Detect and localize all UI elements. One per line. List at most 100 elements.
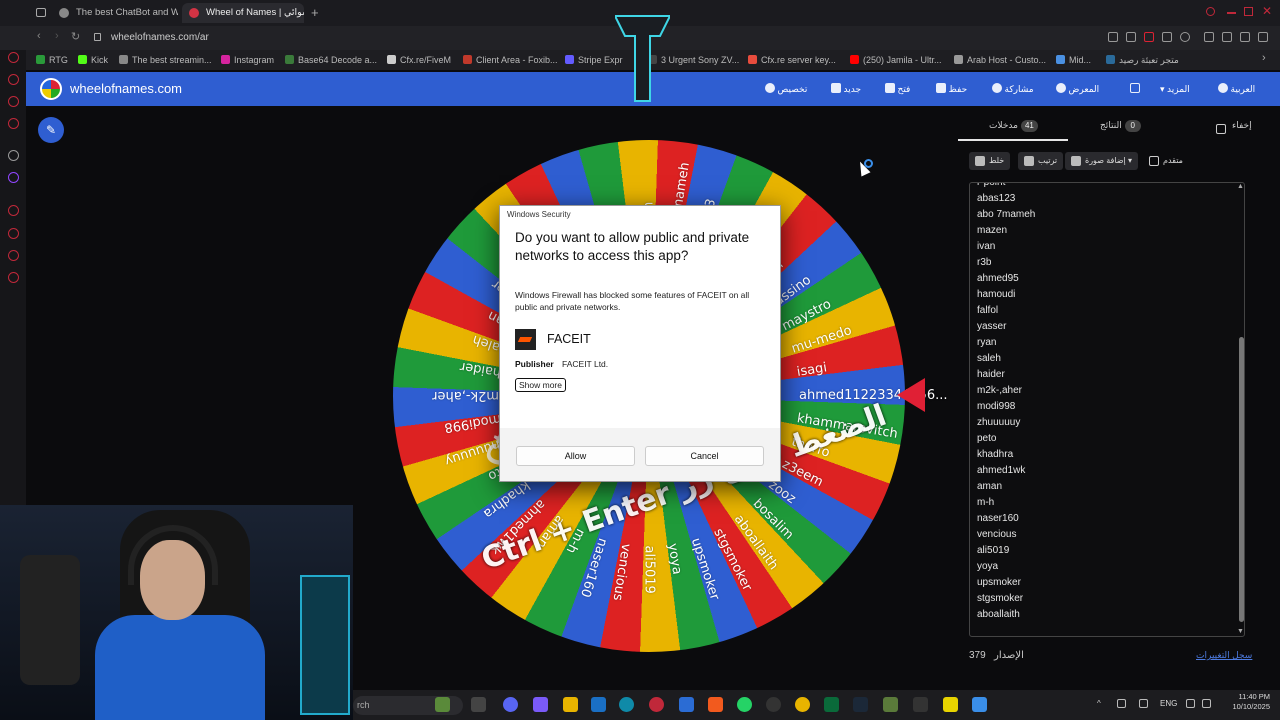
bookmark-item[interactable]: The best streamin... xyxy=(119,50,212,70)
entry-line[interactable]: aboallaith xyxy=(977,607,1020,623)
copilot-icon[interactable] xyxy=(533,697,548,712)
wallet-icon[interactable] xyxy=(1222,32,1232,42)
bookmark-item[interactable]: متجر تعبئة رصيد xyxy=(1106,50,1179,70)
settings-icon[interactable] xyxy=(8,272,19,283)
entry-line[interactable]: m2k-,aher xyxy=(977,383,1022,399)
bookmark-item[interactable]: Cfx.re/FiveM xyxy=(387,50,451,70)
bookmark-item[interactable]: Cfx.re server key... xyxy=(748,50,836,70)
taskbar-clock[interactable]: 11:40 PM 10/10/2025 xyxy=(1226,692,1270,712)
entry-line[interactable]: ahmed95 xyxy=(977,271,1019,287)
task-view-icon[interactable] xyxy=(471,697,486,712)
entry-line[interactable]: hamoudi xyxy=(977,287,1015,303)
bookmark-item[interactable]: (250) Jamila - Ultr... xyxy=(850,50,942,70)
bookmark-item[interactable]: Mid... xyxy=(1056,50,1091,70)
bookmark-icon[interactable] xyxy=(1108,32,1118,42)
lock-icon[interactable] xyxy=(94,33,101,41)
sidebar-app-icon[interactable] xyxy=(8,118,19,129)
edge-icon[interactable] xyxy=(619,697,634,712)
bookmark-item[interactable]: RTG xyxy=(36,50,68,70)
entry-line[interactable]: zhuuuuuy xyxy=(977,415,1020,431)
show-more-link[interactable]: Show more xyxy=(515,378,566,392)
entries-textarea[interactable]: r-point abas123 abo 7mameh mazen ivan r3b ahme… xyxy=(969,182,1245,637)
new-tab-button[interactable]: + xyxy=(311,5,319,20)
taskbar-app-icon[interactable] xyxy=(766,697,781,712)
taskbar-app-icon[interactable] xyxy=(943,697,958,712)
bookmark-item[interactable]: Arab Host - Custo... xyxy=(954,50,1046,70)
bookmark-item[interactable]: Base64 Decode a... xyxy=(285,50,377,70)
advanced-checkbox[interactable] xyxy=(1149,156,1159,166)
hide-checkbox[interactable] xyxy=(1216,124,1226,134)
tab-entries[interactable]: مدخلات 41 xyxy=(989,120,1038,132)
allow-button[interactable]: Allow xyxy=(516,446,635,466)
entry-line[interactable]: naser160 xyxy=(977,511,1019,527)
chrome-icon[interactable] xyxy=(795,697,810,712)
cancel-button[interactable]: Cancel xyxy=(645,446,764,466)
search-tabs-icon[interactable] xyxy=(1206,7,1215,16)
sidebar-app-icon[interactable] xyxy=(8,74,19,85)
entry-line[interactable]: aman xyxy=(977,479,1002,495)
ad-block-icon[interactable] xyxy=(1144,32,1154,42)
taskbar-app-icon[interactable] xyxy=(883,697,898,712)
entry-line[interactable]: ryan xyxy=(977,335,996,351)
customize-button[interactable]: تخصيص xyxy=(759,72,807,106)
tab-chatbot[interactable]: The best ChatBot and W xyxy=(52,3,178,23)
entries-scrollbar-thumb[interactable] xyxy=(1239,337,1244,622)
sidebar-app-icon[interactable] xyxy=(8,52,19,63)
gallery-button[interactable]: المعرض xyxy=(1050,72,1099,106)
whatsapp-icon[interactable] xyxy=(737,697,752,712)
network-icon[interactable] xyxy=(1186,699,1195,708)
site-logo-icon[interactable] xyxy=(40,78,62,100)
new-button[interactable]: جديد xyxy=(825,72,861,106)
tab-results[interactable]: النتائج 0 xyxy=(1100,120,1141,132)
discord-icon[interactable] xyxy=(503,697,518,712)
bookmark-item[interactable]: Kick xyxy=(78,50,108,70)
bookmark-item[interactable]: Stripe Expr xyxy=(565,50,623,70)
twitch-icon[interactable] xyxy=(8,172,19,183)
entry-line[interactable]: stgsmoker xyxy=(977,591,1023,607)
entry-line[interactable]: yasser xyxy=(977,319,1006,335)
entry-line[interactable]: r-point xyxy=(977,183,1005,191)
entry-line[interactable]: ahmed1wk xyxy=(977,463,1025,479)
fullscreen-button[interactable] xyxy=(1124,72,1140,106)
share-button[interactable]: مشاركة xyxy=(986,72,1034,106)
volume-icon[interactable] xyxy=(1202,699,1211,708)
entry-line[interactable]: abo 7mameh xyxy=(977,207,1035,223)
sidebar-app-icon[interactable] xyxy=(8,228,19,239)
minimize-icon[interactable] xyxy=(1227,12,1236,14)
workspaces-icon[interactable] xyxy=(36,8,46,17)
tray-app-icon[interactable] xyxy=(1117,699,1126,708)
tab-wheel-of-names[interactable]: Wheel of Names | عشوائي xyxy=(182,3,304,23)
url-field[interactable]: wheelofnames.com/ar xyxy=(111,30,209,46)
entry-line[interactable]: ivan xyxy=(977,239,995,255)
entry-line[interactable]: vencious xyxy=(977,527,1016,543)
add-image-button[interactable]: إضافة صورة ▾ xyxy=(1065,152,1139,170)
entry-line[interactable]: khadhra xyxy=(977,447,1013,463)
sidebar-app-icon[interactable] xyxy=(8,250,19,261)
more-menu-button[interactable]: ▾ المزيد xyxy=(1160,72,1190,106)
extensions-icon[interactable] xyxy=(1204,32,1214,42)
sidebar-app-icon[interactable] xyxy=(8,96,19,107)
entry-line[interactable]: m-h xyxy=(977,495,994,511)
bookmark-item[interactable]: Instagram xyxy=(221,50,274,70)
scroll-down-icon[interactable]: ▼ xyxy=(1237,628,1244,635)
changelog-link[interactable]: سجل التغييرات xyxy=(1196,650,1252,661)
maximize-icon[interactable] xyxy=(1244,7,1253,16)
play-icon[interactable] xyxy=(1162,32,1172,42)
bookmark-item[interactable]: Client Area - Foxib... xyxy=(463,50,558,70)
download-icon[interactable] xyxy=(1240,32,1250,42)
entry-line[interactable]: mazen xyxy=(977,223,1007,239)
forward-icon[interactable]: › xyxy=(55,30,59,42)
entry-line[interactable]: peto xyxy=(977,431,996,447)
input-language[interactable]: ENG xyxy=(1160,699,1177,708)
taskbar-app-icon[interactable] xyxy=(972,697,987,712)
language-button[interactable]: العربية xyxy=(1212,72,1255,106)
entry-line[interactable]: falfol xyxy=(977,303,998,319)
tray-overflow-icon[interactable]: ^ xyxy=(1097,699,1106,708)
steam-icon[interactable] xyxy=(853,697,868,712)
brave-icon[interactable] xyxy=(708,697,723,712)
file-explorer-icon[interactable] xyxy=(563,697,578,712)
entry-line[interactable]: upsmoker xyxy=(977,575,1021,591)
scroll-up-icon[interactable]: ▲ xyxy=(1237,183,1244,190)
opera-icon[interactable] xyxy=(649,697,664,712)
open-button[interactable]: فتح xyxy=(879,72,910,106)
